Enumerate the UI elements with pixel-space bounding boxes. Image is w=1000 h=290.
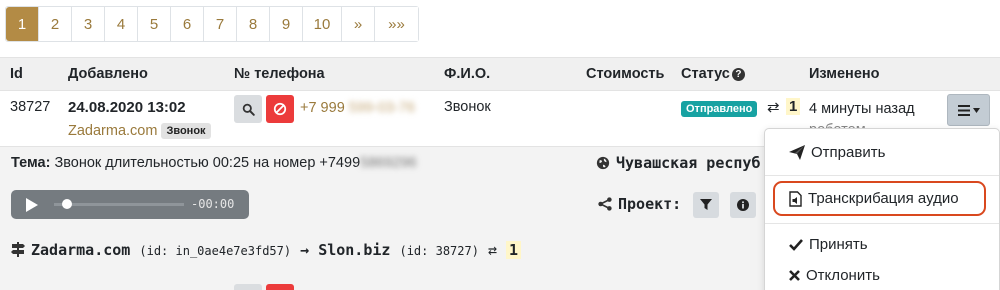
topic-text: Звонок длительностью 00:25 на номер +749… bbox=[54, 155, 361, 171]
info-button[interactable] bbox=[730, 192, 756, 218]
col-phone: № телефона bbox=[234, 66, 325, 82]
route-arrow: → bbox=[300, 241, 310, 259]
page-8-link[interactable]: 8 bbox=[236, 7, 269, 41]
menu-divider bbox=[765, 175, 999, 176]
next-row-block-button[interactable] bbox=[266, 284, 294, 290]
next-page-link[interactable]: » bbox=[341, 7, 374, 41]
page-6-link[interactable]: 6 bbox=[170, 7, 203, 41]
route-from-id: (id: in_0ae4e7e3fd57) bbox=[139, 244, 292, 258]
route-to: Slon.biz bbox=[318, 241, 391, 259]
page-2-link[interactable]: 2 bbox=[38, 7, 71, 41]
menu-item-accept[interactable]: Принять bbox=[789, 236, 868, 253]
audio-time: -00:00 bbox=[191, 197, 235, 211]
swap-icon: ⇄ bbox=[767, 99, 780, 116]
page-9-link[interactable]: 9 bbox=[269, 7, 302, 41]
topic-hidden-number: 5869296 bbox=[360, 155, 417, 171]
ban-icon bbox=[273, 102, 287, 116]
hamburger-icon bbox=[957, 104, 970, 116]
paper-plane-icon bbox=[789, 145, 805, 160]
project-label: Проект: bbox=[598, 195, 681, 213]
route-from: Zadarma.com bbox=[31, 241, 131, 259]
status-badge: Отправлено bbox=[681, 101, 758, 117]
audio-progress-knob[interactable] bbox=[62, 199, 72, 209]
project-label-text: Проект: bbox=[618, 195, 682, 213]
col-changed: Изменено bbox=[809, 66, 880, 82]
menu-item-send[interactable]: Отправить bbox=[789, 144, 885, 161]
menu-item-accept-label: Принять bbox=[809, 236, 868, 253]
menu-item-reject[interactable]: Отклонить bbox=[789, 267, 880, 284]
filter-icon bbox=[700, 199, 712, 210]
globe-icon bbox=[596, 156, 610, 170]
call-topic: Тема: Звонок длительностью 00:25 на номе… bbox=[11, 155, 417, 171]
menu-divider bbox=[765, 223, 999, 224]
col-id: Id bbox=[10, 66, 23, 82]
menu-item-transcribe[interactable]: Транскрибация аудио bbox=[789, 190, 959, 207]
row-id: 38727 bbox=[10, 99, 51, 115]
search-icon bbox=[242, 103, 255, 116]
last-page-link[interactable]: »» bbox=[374, 7, 418, 41]
route-count: 1 bbox=[506, 241, 522, 259]
pagination: 1 2 3 4 5 6 7 8 9 10 » »» bbox=[5, 6, 419, 42]
source-link[interactable]: Zadarma.com bbox=[68, 123, 157, 139]
transfer-count: 1 bbox=[786, 98, 801, 115]
block-button[interactable] bbox=[266, 95, 294, 123]
col-added: Добавлено bbox=[68, 66, 148, 82]
page-7-link[interactable]: 7 bbox=[203, 7, 236, 41]
menu-item-send-label: Отправить bbox=[811, 144, 886, 161]
audio-progress-track[interactable] bbox=[54, 203, 184, 206]
row-actions-dropdown: Отправить Транскрибация аудио Принять От… bbox=[764, 128, 1000, 290]
col-cost: Стоимость bbox=[586, 66, 665, 82]
col-status-label: Статус bbox=[681, 66, 730, 82]
share-nodes-icon bbox=[598, 197, 612, 211]
signpost-icon bbox=[11, 242, 25, 257]
next-row-search-button[interactable] bbox=[234, 284, 262, 290]
call-type-badge: Звонок bbox=[161, 123, 211, 139]
play-icon[interactable] bbox=[26, 198, 38, 212]
menu-item-reject-label: Отклонить bbox=[806, 267, 880, 284]
question-circle-icon[interactable]: ? bbox=[731, 68, 745, 81]
region-name: Чувашская респуб bbox=[616, 154, 761, 172]
phone-number[interactable]: +7 999 599-03-76 bbox=[300, 100, 415, 116]
table-header: Id Добавлено № телефона Ф.И.О. Стоимость… bbox=[0, 57, 1000, 91]
col-fio: Ф.И.О. bbox=[444, 66, 491, 82]
row-fio: Звонок bbox=[444, 99, 491, 115]
x-icon bbox=[789, 270, 800, 281]
search-button[interactable] bbox=[234, 95, 262, 123]
row-changed: 4 минуты назад bbox=[809, 101, 915, 117]
row-source: Zadarma.com Звонок bbox=[68, 123, 211, 139]
route-to-id: (id: 38727) bbox=[399, 244, 479, 258]
menu-item-transcribe-label: Транскрибация аудио bbox=[808, 190, 959, 207]
audio-file-icon bbox=[789, 190, 802, 207]
check-icon bbox=[789, 238, 803, 251]
phone-hidden-part: 599-03-76 bbox=[348, 100, 415, 116]
filter-button[interactable] bbox=[693, 192, 719, 218]
page-4-link[interactable]: 4 bbox=[104, 7, 137, 41]
audio-player[interactable]: -00:00 bbox=[11, 190, 249, 219]
phone-prefix: +7 999 bbox=[300, 100, 345, 116]
page-10-link[interactable]: 10 bbox=[302, 7, 341, 41]
page-1-link[interactable]: 1 bbox=[6, 7, 38, 41]
row-date: 24.08.2020 13:02 bbox=[68, 99, 186, 116]
page-5-link[interactable]: 5 bbox=[137, 7, 170, 41]
region-info: Чувашская респуб bbox=[596, 154, 761, 172]
route-swap-icon: ⇄ bbox=[487, 241, 498, 259]
call-route: Zadarma.com (id: in_0ae4e7e3fd57) → Slon… bbox=[11, 241, 522, 259]
info-icon bbox=[737, 199, 749, 211]
caret-down-icon bbox=[972, 107, 980, 113]
col-status: Статус? bbox=[681, 66, 745, 82]
page-3-link[interactable]: 3 bbox=[71, 7, 104, 41]
row-actions-menu-button[interactable] bbox=[947, 94, 990, 126]
topic-label: Тема: bbox=[11, 155, 51, 171]
